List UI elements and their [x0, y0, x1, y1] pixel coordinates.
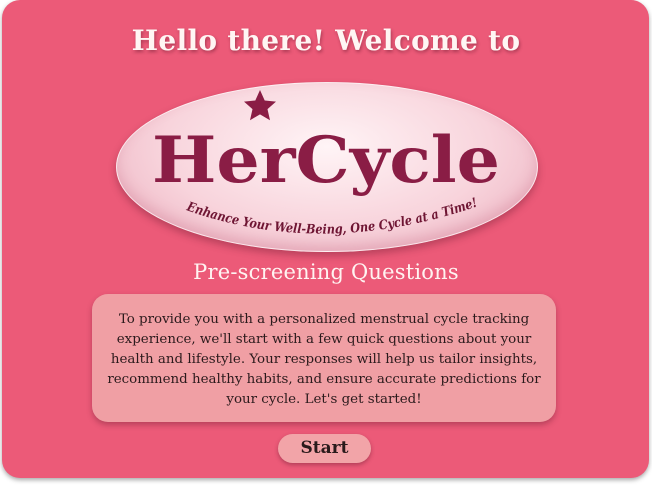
svg-text:Enhance Your Well-Being, One C: Enhance Your Well-Being, One Cycle at a …	[184, 196, 479, 238]
hercycle-logo: HerCycle Enhance Your Well-Being, One Cy…	[152, 90, 500, 238]
prescreen-description: To provide you with a personalized menst…	[107, 312, 541, 407]
start-button[interactable]: Start	[278, 434, 371, 463]
prescreen-info-card: To provide you with a personalized menst…	[92, 294, 556, 422]
star-icon	[244, 90, 276, 121]
prescreen-title: Pre-screening Questions	[193, 260, 459, 284]
welcome-heading: Hello there! Welcome to	[131, 24, 521, 57]
brand-wordmark: HerCycle	[152, 123, 500, 198]
logo-tagline: Enhance Your Well-Being, One Cycle at a …	[184, 196, 479, 238]
